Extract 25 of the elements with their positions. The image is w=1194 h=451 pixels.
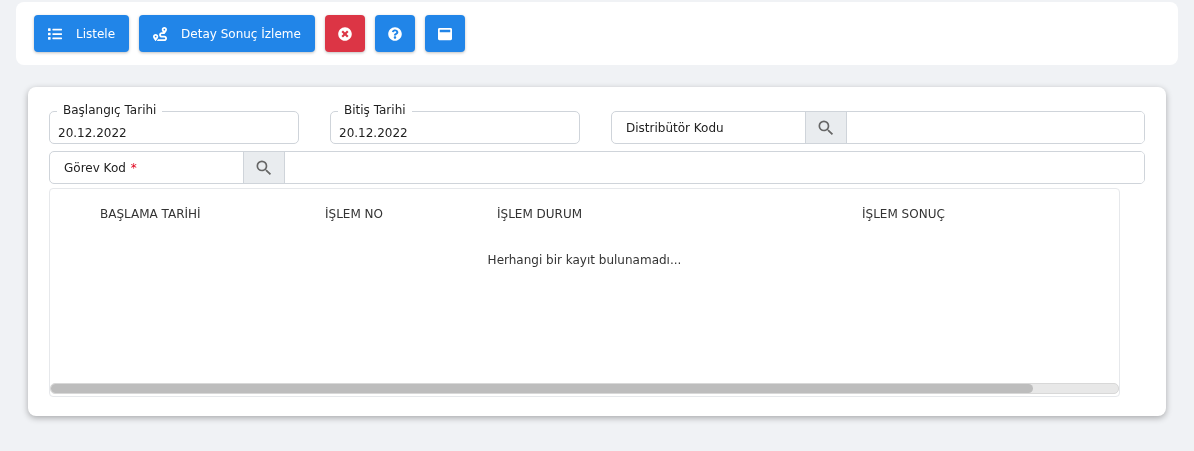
toolbar-button[interactable]: Detay Sonuç İzleme [139, 15, 315, 52]
column-header: İŞLEM SONUÇ [862, 207, 946, 221]
list-icon [48, 26, 62, 41]
close-icon [337, 26, 352, 41]
route-icon [153, 26, 168, 41]
column-header: BAŞLAMA TARİHİ [100, 207, 202, 221]
field-label: Başlangıç Tarihi [57, 103, 163, 117]
lookup-field[interactable]: Görev Kod * [49, 151, 1145, 184]
help-button[interactable] [374, 15, 415, 52]
column-header: İŞLEM DURUM [497, 207, 584, 221]
field-label: Bitiş Tarihi [338, 103, 412, 117]
window-icon [437, 26, 452, 41]
field-label: Görev Kod [64, 160, 126, 175]
close-button[interactable] [324, 15, 365, 52]
empty-message: Herhangi bir kayıt bulunamadı... [487, 253, 682, 267]
column-header: İŞLEM NO [325, 207, 384, 221]
required-mark: * [130, 160, 137, 175]
help-icon [387, 26, 402, 41]
toolbar-button[interactable]: Listele [34, 15, 130, 52]
window-button[interactable] [424, 15, 465, 52]
lookup-field[interactable]: Distribütör Kodu [611, 111, 1145, 144]
search-button[interactable] [805, 112, 847, 143]
horizontal-scrollbar[interactable] [50, 383, 1119, 394]
field-label: Distribütör Kodu [626, 120, 724, 135]
search-button[interactable] [243, 152, 285, 183]
